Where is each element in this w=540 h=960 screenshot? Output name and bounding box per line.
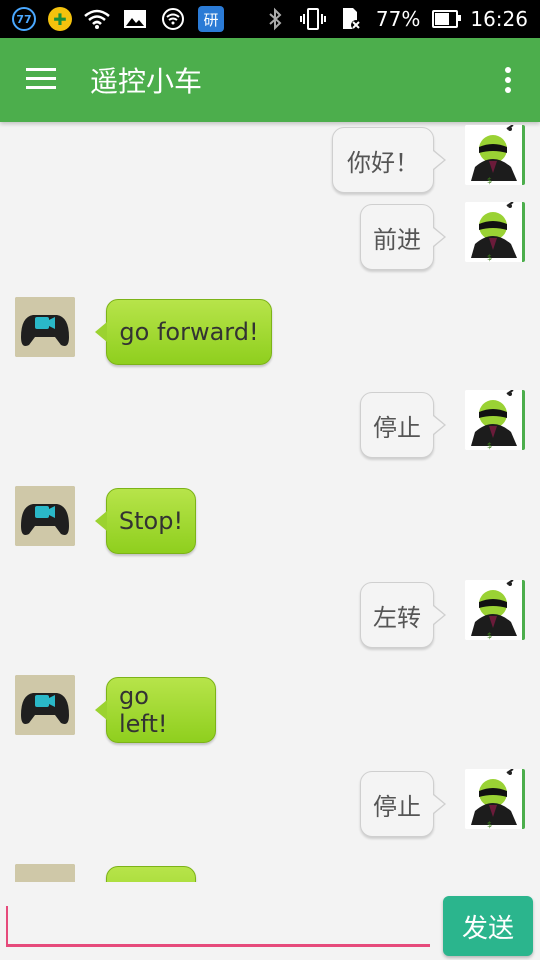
car-avatar[interactable] xyxy=(15,675,75,735)
received-message-bubble[interactable]: Stop! xyxy=(106,488,196,554)
more-vert-icon[interactable] xyxy=(496,64,520,96)
sent-message-row: $ 停止 xyxy=(0,769,540,849)
image-icon xyxy=(122,6,148,32)
message-input-area: 发送 xyxy=(0,882,540,960)
car-avatar[interactable] xyxy=(15,864,75,882)
bubble-tail xyxy=(433,227,446,247)
user-avatar[interactable]: $ xyxy=(465,202,525,262)
chat-list[interactable]: $ 你好！ $ 前进 go forward! $ 停止 Stop! $ 左转 go left! $ 停止… xyxy=(0,122,540,882)
bubble-tail xyxy=(95,322,107,342)
bubble-tail xyxy=(433,150,446,170)
message-input[interactable] xyxy=(10,904,432,946)
svg-text:$: $ xyxy=(487,253,492,262)
sent-message-bubble[interactable]: 停止 xyxy=(360,392,434,458)
user-avatar[interactable]: $ xyxy=(465,125,525,185)
svg-text:$: $ xyxy=(487,441,492,450)
status-bar-right: 77% 16:26 xyxy=(262,6,528,32)
wifi-icon xyxy=(84,6,110,32)
received-message-bubble[interactable]: go forward! xyxy=(106,299,272,365)
bubble-tail xyxy=(95,511,107,531)
user-avatar[interactable]: $ xyxy=(465,390,525,450)
received-message-bubble[interactable]: Stop! xyxy=(106,866,196,882)
received-message-row: go forward! xyxy=(0,297,540,377)
sd-card-icon xyxy=(338,6,364,32)
sent-message-bubble[interactable]: 你好！ xyxy=(332,127,434,193)
bubble-tail xyxy=(95,700,107,720)
user-avatar[interactable]: $ xyxy=(465,580,525,640)
77-badge-icon: 77 xyxy=(12,7,36,31)
sent-message-bubble[interactable]: 前进 xyxy=(360,204,434,270)
sent-message-row: $ 前进 xyxy=(0,202,540,282)
app-toolbar: 遥控小车 xyxy=(0,38,540,122)
battery-percent: 77% xyxy=(375,7,421,31)
plus-badge-icon: ✚ xyxy=(48,7,72,31)
received-message-row: Stop! xyxy=(0,864,540,882)
status-bar-left: 77 ✚ 研 xyxy=(12,6,224,32)
received-message-bubble[interactable]: go left! xyxy=(106,677,216,743)
text-cursor xyxy=(6,906,8,946)
sent-message-row: $ 左转 xyxy=(0,580,540,660)
status-bar: 77 ✚ 研 77% 16:26 xyxy=(0,0,540,38)
vibrate-icon xyxy=(299,6,326,32)
svg-text:$: $ xyxy=(487,176,492,185)
sent-message-bubble[interactable]: 停止 xyxy=(360,771,434,837)
sent-message-bubble[interactable]: 左转 xyxy=(360,582,434,648)
input-underline xyxy=(6,944,430,947)
svg-text:$: $ xyxy=(487,631,492,640)
send-button[interactable]: 发送 xyxy=(443,896,533,956)
ime-icon: 研 xyxy=(198,6,224,32)
battery-icon xyxy=(432,10,462,28)
page-title: 遥控小车 xyxy=(90,65,203,98)
user-avatar[interactable]: $ xyxy=(465,769,525,829)
bubble-tail xyxy=(433,794,446,814)
car-avatar[interactable] xyxy=(15,297,75,357)
svg-text:$: $ xyxy=(487,820,492,829)
received-message-row: go left! xyxy=(0,675,540,755)
clock: 16:26 xyxy=(470,7,528,31)
bluetooth-icon xyxy=(262,6,288,32)
sent-message-row: $ 你好！ xyxy=(0,125,540,205)
car-avatar[interactable] xyxy=(15,486,75,546)
bubble-tail xyxy=(433,605,446,625)
bubble-tail xyxy=(433,415,446,435)
sent-message-row: $ 停止 xyxy=(0,390,540,470)
menu-icon[interactable] xyxy=(26,66,56,92)
wifi-call-icon xyxy=(160,6,186,32)
received-message-row: Stop! xyxy=(0,486,540,566)
